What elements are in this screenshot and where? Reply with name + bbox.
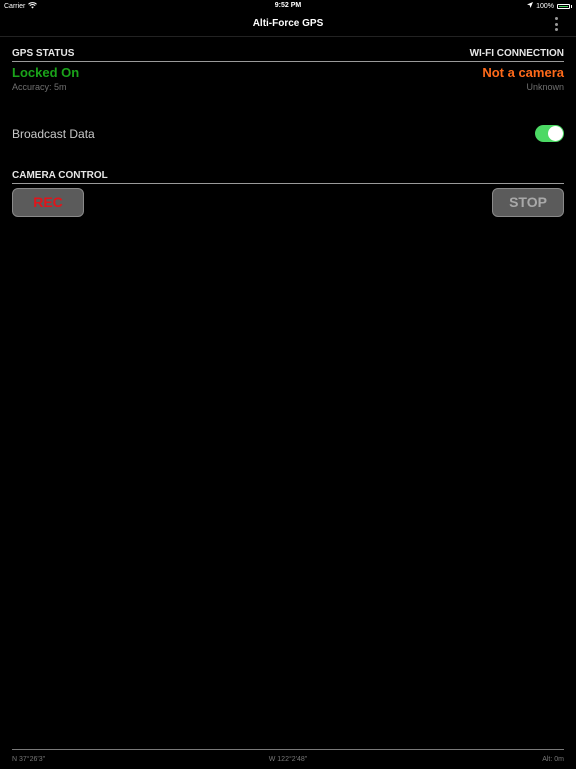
nav-bar: Alti-Force GPS — [0, 12, 576, 37]
gps-status-value: Locked On — [12, 65, 80, 80]
camera-control-header: CAMERA CONTROL — [12, 170, 108, 181]
status-section-header: GPS STATUS WI-FI CONNECTION — [12, 47, 564, 62]
camera-control-section-header: CAMERA CONTROL — [12, 169, 564, 184]
vertical-ellipsis-icon[interactable] — [554, 17, 558, 31]
battery-percent: 100% — [536, 2, 554, 10]
gps-status-header: GPS STATUS — [12, 48, 75, 59]
altitude-readout: Alt: 0m — [542, 756, 564, 763]
location-arrow-icon — [527, 2, 534, 10]
wifi-status-value: Not a camera — [482, 65, 564, 80]
status-bar: Carrier 9:52 PM 100% — [0, 0, 576, 12]
battery-icon — [557, 3, 570, 9]
status-time: 9:52 PM — [274, 2, 302, 9]
battery-cap — [571, 4, 572, 8]
wifi-detail: Unknown — [526, 82, 564, 92]
broadcast-data-toggle[interactable] — [535, 125, 564, 142]
rec-button[interactable]: REC — [12, 188, 84, 217]
app-title: Alti-Force GPS — [252, 18, 324, 29]
longitude-readout: W 122°2'48" — [268, 756, 308, 763]
coordinates-footer: N 37°26'3" W 122°2'48" Alt: 0m — [12, 749, 564, 769]
toggle-knob — [548, 126, 563, 141]
broadcast-data-label: Broadcast Data — [12, 127, 95, 141]
stop-button[interactable]: STOP — [492, 188, 564, 217]
wifi-connection-header: WI-FI CONNECTION — [469, 48, 564, 59]
status-right: 100% — [527, 2, 572, 10]
gps-accuracy: Accuracy: 5m — [12, 82, 67, 92]
